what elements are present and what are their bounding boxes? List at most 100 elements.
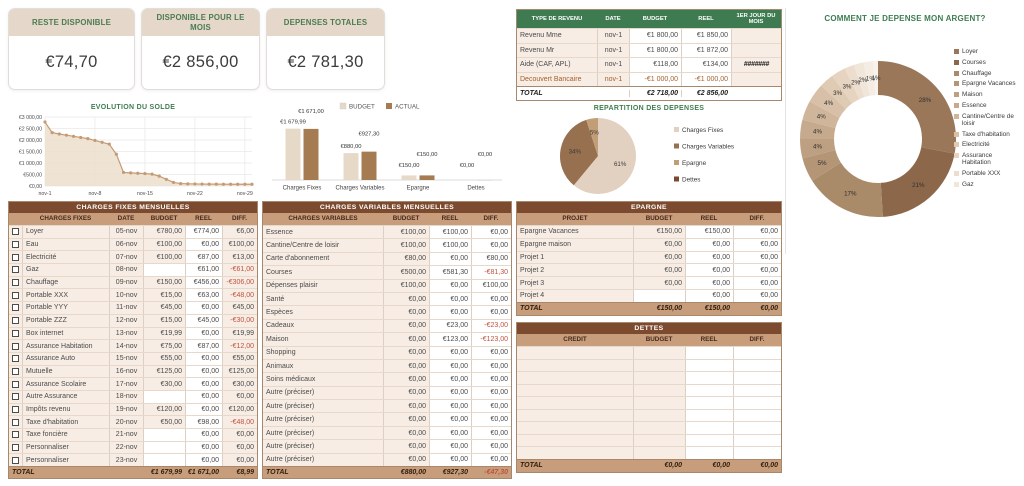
cell-diff: €0,00 <box>471 360 511 372</box>
column-header: PROJET <box>517 216 633 223</box>
cell-reel: €0,00 <box>429 280 471 292</box>
checkbox-cell <box>9 315 22 327</box>
svg-text:1%: 1% <box>872 75 881 82</box>
legend-item: Taxe d'habitation <box>954 131 1022 138</box>
cell-reel: €123,00 <box>429 333 471 345</box>
cell-date: 10-nov <box>109 289 143 301</box>
cell-diff: €45,00 <box>222 302 257 314</box>
checkbox[interactable] <box>12 330 19 337</box>
table-row: Portable XXX10-nov€15,00€63,00-€48,00 <box>9 288 257 301</box>
cell-reel: €0,00 <box>185 353 222 365</box>
cell-diff: €0,00 <box>471 400 511 412</box>
cell-reel <box>685 360 733 372</box>
cell-diff: €0,00 <box>471 427 511 439</box>
cell-reel <box>685 410 733 422</box>
svg-text:4%: 4% <box>824 100 833 107</box>
checkbox[interactable] <box>12 355 19 362</box>
checkbox[interactable] <box>12 279 19 286</box>
card-disponible-mois: DISPONIBLE POUR LE MOIS €2 856,00 <box>141 8 260 90</box>
checkbox-cell <box>9 289 22 301</box>
checkbox[interactable] <box>12 457 19 464</box>
cell-diff: €30,00 <box>222 378 257 390</box>
svg-text:4%: 4% <box>813 144 822 151</box>
checkbox[interactable] <box>12 393 19 400</box>
table-header-row: PROJETBUDGETREELDIFF. <box>517 213 781 225</box>
checkbox[interactable] <box>12 406 19 413</box>
cell-diff: €0,00 <box>733 264 781 276</box>
cell-budget: €120,00 <box>143 404 185 416</box>
cell-reel: €0,00 <box>685 277 733 289</box>
column-header: TYPE DE REVENU <box>517 16 597 22</box>
table-row <box>517 346 781 359</box>
table-total-row: TOTAL€880,00€927,30-€47,30 <box>263 466 511 478</box>
checkbox[interactable] <box>12 317 19 324</box>
legend-label: Epargne Vacances <box>962 80 1016 87</box>
checkbox[interactable] <box>12 419 19 426</box>
card-value: €74,70 <box>9 36 134 89</box>
cell-label: Autre (préciser) <box>263 454 383 466</box>
table-row <box>517 421 781 434</box>
cell-budget <box>633 422 685 434</box>
cell-label: Box internet <box>22 328 109 340</box>
cell-reel: €0,00 <box>185 302 222 314</box>
cell-type: Decouvert Bancaire <box>517 73 597 87</box>
checkbox[interactable] <box>12 266 19 273</box>
cell-diff: -€12,00 <box>222 340 257 352</box>
cell-label: Impôts revenu <box>22 404 109 416</box>
checkbox[interactable] <box>12 431 19 438</box>
card-title: DEPENSES TOTALES <box>267 9 384 36</box>
cell-budget: €75,00 <box>143 340 185 352</box>
cell-date: 23-nov <box>109 454 143 466</box>
table-row: Impôts revenu19-nov€120,00€0,00€120,00 <box>9 403 257 416</box>
cell-date: 16-nov <box>109 366 143 378</box>
column-header: DATE <box>597 16 629 22</box>
checkbox[interactable] <box>12 368 19 375</box>
cell-reel: €61,00 <box>185 264 222 276</box>
checkbox[interactable] <box>12 444 19 451</box>
legend-item: Loyer <box>954 48 1022 55</box>
legend-swatch <box>954 71 959 76</box>
svg-text:5%: 5% <box>818 160 827 167</box>
cell-reel: €98,00 <box>185 416 222 428</box>
table-row: Personnaliser23-nov€0,00€0,00 <box>9 453 257 466</box>
cell-date: 06-nov <box>109 239 143 251</box>
total-reel: €2 856,00 <box>681 90 731 97</box>
cell-date: nov-1 <box>597 44 629 58</box>
cell-diff <box>733 410 781 422</box>
cell-label: Mutuelle <box>22 366 109 378</box>
checkbox[interactable] <box>12 228 19 235</box>
card-depenses-totales: DEPENSES TOTALES €2 781,30 <box>266 8 385 90</box>
checkbox[interactable] <box>12 304 19 311</box>
legend-label: Essence <box>962 102 987 109</box>
table-total-row: TOTAL€150,00€150,00€0,00 <box>517 302 781 315</box>
cell-reel: €134,00 <box>681 58 731 72</box>
cell-reel: €0,00 <box>185 404 222 416</box>
checkbox[interactable] <box>12 254 19 261</box>
checkbox[interactable] <box>12 292 19 299</box>
total-budget: €880,00 <box>383 469 429 476</box>
column-header: DATE <box>109 216 143 223</box>
table-total-row: TOTAL€1 679,99€1 671,00€8,99 <box>9 466 257 478</box>
legend-swatch <box>954 153 959 158</box>
table-row: Taxe foncière21-nov€0,00€0,00 <box>9 428 257 441</box>
revenue-row: Aide (CAF, APL)nov-1€118,00€134,00######… <box>517 57 781 72</box>
cell-diff: €0,00 <box>471 440 511 452</box>
cell-reel: €1 850,00 <box>681 29 731 43</box>
legend-swatch <box>954 171 959 176</box>
cell-budget: €100,00 <box>383 280 429 292</box>
total-label: TOTAL <box>9 469 143 476</box>
table-title: EPARGNE <box>517 202 781 213</box>
legend-item: Essence <box>954 102 1022 109</box>
table-row: Gaz08-nov€61,00-€61,00 <box>9 263 257 276</box>
cell-date: nov-1 <box>597 58 629 72</box>
cell-date: 13-nov <box>109 328 143 340</box>
checkbox-cell <box>9 251 22 263</box>
checkbox[interactable] <box>12 241 19 248</box>
cell-date: 12-nov <box>109 315 143 327</box>
checkbox[interactable] <box>12 343 19 350</box>
table-header-row: CHARGES VARIABLESBUDGETREELDIFF. <box>263 213 511 225</box>
table-row: Eau06-nov€100,00€0,00€100,00 <box>9 238 257 251</box>
svg-text:€1 671,00: €1 671,00 <box>298 109 324 115</box>
cell-diff: -€81,30 <box>471 266 511 278</box>
checkbox[interactable] <box>12 381 19 388</box>
